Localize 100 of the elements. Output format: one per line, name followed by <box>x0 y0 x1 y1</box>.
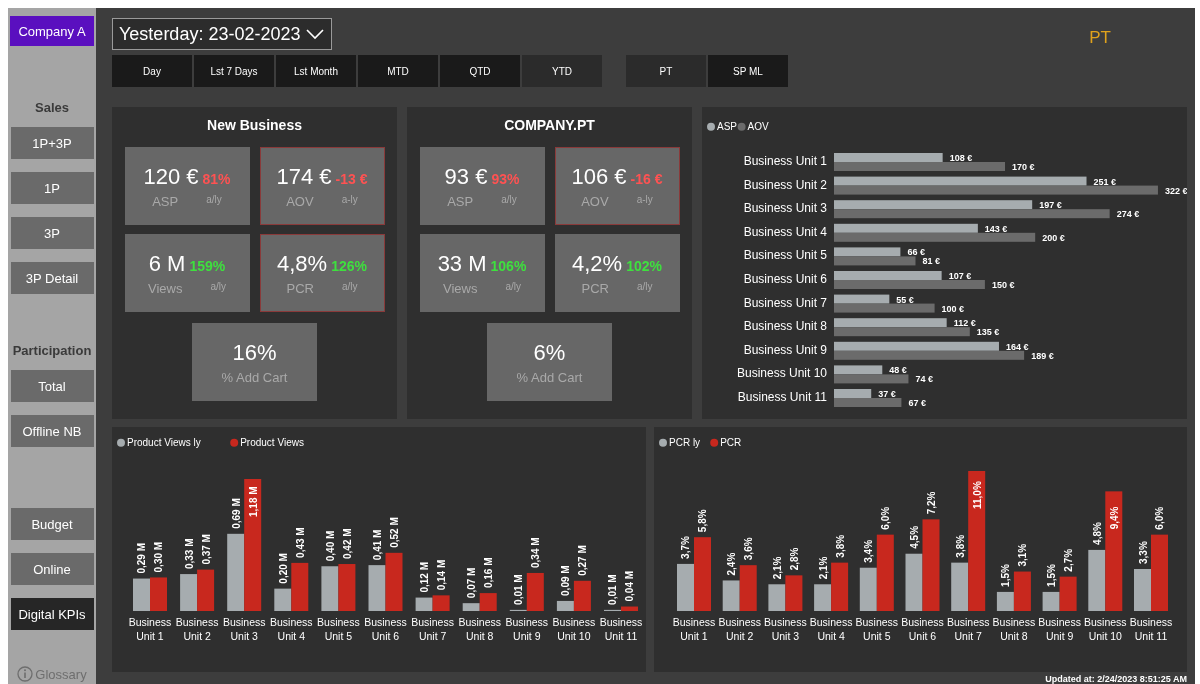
data-label: 48 € <box>889 365 907 376</box>
data-label: 0,01 M <box>513 574 525 605</box>
data-label: 0,20 M <box>277 553 289 584</box>
period-tab[interactable]: MTD <box>358 55 438 87</box>
category-label: Business Unit 5 <box>743 248 827 263</box>
category-label: Business Unit 6 <box>743 272 827 286</box>
sidebar-button[interactable]: Digital KPIs <box>10 598 94 630</box>
category-label: Business Unit 11 <box>737 390 827 404</box>
bar <box>321 566 339 611</box>
kpi-label: % Add Cart <box>221 369 288 385</box>
data-label: 5,8% <box>697 509 709 533</box>
data-label: 0,43 M <box>294 527 306 558</box>
kpi-label: Views <box>148 280 183 296</box>
market-tab[interactable]: PT <box>626 55 706 87</box>
data-label: 200 € <box>1042 232 1065 243</box>
data-label: 197 € <box>1039 200 1062 211</box>
sidebar-button[interactable]: Offline NB <box>10 415 94 447</box>
kpi-value: 6 M <box>148 250 186 277</box>
chevron-down-icon <box>305 28 325 40</box>
kpi-value: 16% <box>232 339 277 366</box>
sidebar-button[interactable]: Online <box>10 553 94 585</box>
category-label: Business Unit 3 <box>222 616 266 642</box>
bar <box>432 595 450 611</box>
legend-label: AOV <box>747 121 769 132</box>
data-label: 108 € <box>949 153 973 163</box>
data-label: 1,18 M <box>247 486 259 517</box>
kpi-label: % Add Cart <box>516 369 583 385</box>
category-label: Business Unit 2 <box>743 177 827 192</box>
bar <box>785 575 803 611</box>
kpi-value: 120 € <box>143 163 199 190</box>
data-label: 0,09 M <box>560 565 572 596</box>
period-tab[interactable]: YTD <box>522 55 602 87</box>
updated-timestamp: Updated at: 2/24/2023 8:51:25 AM <box>1045 674 1187 684</box>
category-label: Business Unit 7 <box>743 295 827 310</box>
delta-label: a/ly <box>341 280 358 294</box>
kpi-delta: -16 € <box>630 170 663 187</box>
delta-label: a/ly <box>501 193 517 207</box>
data-label: 3,4% <box>863 539 875 563</box>
data-label: 67 € <box>908 398 926 408</box>
legend-label: Product Views ly <box>127 437 201 448</box>
info-icon[interactable] <box>17 666 34 682</box>
data-label: 2,7% <box>1063 548 1075 572</box>
data-label: 4,5% <box>909 525 920 549</box>
kpi-label: AOV <box>581 193 609 209</box>
sidebar-button[interactable]: 1P+3P <box>10 127 94 159</box>
kpi-value: 106 € <box>571 163 627 190</box>
bar <box>150 577 167 611</box>
period-tab[interactable]: QTD <box>440 55 520 87</box>
sidebar-heading: Sales <box>35 100 69 115</box>
data-label: 0,01 M <box>607 574 619 605</box>
data-label: 0,16 M <box>483 557 495 589</box>
kpi-delta: 93% <box>491 170 520 187</box>
data-label: 6,0% <box>880 506 892 530</box>
date-dropdown[interactable]: Yesterday: 23-02-2023 <box>112 18 332 50</box>
bar <box>385 552 403 611</box>
kpi-label: PCR <box>286 280 314 296</box>
kpi-value: 4,8% <box>277 250 328 277</box>
data-label: 0,40 M <box>324 530 336 562</box>
period-tab[interactable]: Lst Month <box>276 55 356 87</box>
category-label: Business Unit 5 <box>317 616 360 642</box>
sidebar-button[interactable]: 3P <box>10 217 94 249</box>
company-button[interactable]: Company A <box>10 16 94 46</box>
category-label: Business Unit 6 <box>364 616 407 642</box>
delta-label: a-ly <box>341 193 358 207</box>
category-label: Business Unit 1 <box>128 616 172 642</box>
category-label: Business Unit 7 <box>411 616 454 642</box>
data-label: 135 € <box>976 327 1000 338</box>
panel-title: New Business <box>207 117 302 133</box>
data-label: 251 € <box>1093 176 1117 187</box>
bar <box>834 247 901 257</box>
kpi-value: 93 € <box>444 163 488 190</box>
legend-dot <box>710 438 719 447</box>
category-label: Business Unit 4 <box>809 616 853 642</box>
panel-title: COMPANY.PT <box>504 117 595 133</box>
category-label: Business Unit 9 <box>743 342 827 357</box>
category-label: Business Unit 2 <box>175 616 219 642</box>
sidebar-button[interactable]: Total <box>10 370 94 402</box>
data-label: 2,4% <box>726 552 738 576</box>
kpi-delta: -13 € <box>335 170 368 187</box>
delta-label: a/ly <box>206 193 222 207</box>
data-label: 2,1% <box>771 556 783 580</box>
legend-label: ASP <box>717 121 737 132</box>
bar <box>197 569 215 611</box>
data-label: 3,6% <box>743 537 755 561</box>
kpi-delta: 81% <box>202 170 231 187</box>
period-tab[interactable]: Day <box>112 55 192 87</box>
category-label: Business Unit 1 <box>743 154 827 168</box>
sidebar-button[interactable]: 3P Detail <box>10 262 94 294</box>
period-tab[interactable]: Lst 7 Days <box>194 55 274 87</box>
data-label: 81 € <box>922 256 940 267</box>
sidebar-button[interactable]: 1P <box>10 172 94 204</box>
legend-label: PCR <box>720 437 742 448</box>
legend-dot <box>707 122 715 131</box>
category-label: Business Unit 4 <box>270 616 313 642</box>
sidebar-button[interactable]: Budget <box>10 508 94 540</box>
data-label: 0,41 M <box>372 529 383 561</box>
data-label: 189 € <box>1031 350 1054 361</box>
market-tab[interactable]: SP ML <box>708 55 788 87</box>
kpi-delta: 159% <box>189 257 226 274</box>
data-label: 0,29 M <box>136 543 148 574</box>
